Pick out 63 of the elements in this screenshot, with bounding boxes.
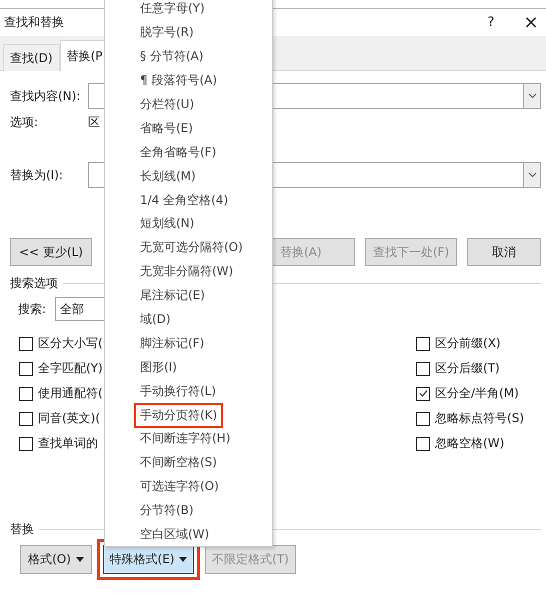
checkbox[interactable]	[19, 362, 33, 376]
checkbox-label: 区分后缀(T)	[435, 360, 500, 377]
format-button[interactable]: 特殊格式(E)	[103, 545, 194, 574]
menu-item[interactable]: 脚注标记(F)	[134, 330, 210, 356]
checkbox[interactable]	[416, 412, 430, 426]
checkbox-label: 查找单词的	[38, 435, 98, 452]
help-button[interactable]: ?	[476, 12, 506, 33]
menu-item[interactable]: 域(D)	[134, 307, 177, 332]
menu-item[interactable]: 1/4 全角空格(4)	[134, 188, 234, 213]
section-title: 替换	[10, 520, 34, 538]
menu-item[interactable]: 空白区域(W)	[134, 522, 216, 548]
menu-item[interactable]: 分栏符(U)	[134, 92, 200, 118]
menu-item[interactable]: 无宽非分隔符(W)	[134, 259, 240, 284]
menu-item[interactable]: 分节符(B)	[134, 498, 200, 524]
menu-item[interactable]: ¶ 段落符号(A)	[134, 68, 224, 94]
close-button[interactable]: ×	[516, 12, 546, 33]
menu-item[interactable]: 不间断空格(S)	[134, 450, 223, 476]
checkbox[interactable]	[416, 436, 430, 450]
checkbox[interactable]	[19, 336, 33, 350]
format-button[interactable]: 格式(O)	[20, 545, 92, 574]
checkbox-label: 全字匹配(Y)	[38, 360, 103, 377]
chevron-icon	[528, 172, 536, 178]
checkbox[interactable]	[19, 436, 33, 450]
checkbox-label: 忽略标点符号(S)	[435, 410, 524, 427]
find-label: 查找内容(N):	[10, 88, 82, 104]
window-title: 查找和替换	[4, 14, 64, 31]
chevron-icon	[528, 93, 536, 99]
checkbox-label: 区分大小写(	[38, 335, 103, 352]
checkbox[interactable]	[416, 362, 430, 376]
menu-item[interactable]: 长划线(M)	[134, 164, 202, 189]
checkbox[interactable]	[416, 386, 430, 400]
menu-item[interactable]: 任意字母(Y)	[134, 0, 211, 22]
menu-item[interactable]: 全角省略号(F)	[134, 140, 222, 165]
dialog-button[interactable]: 取消	[467, 238, 541, 266]
checkbox-label: 同音(英文)(	[38, 410, 100, 427]
options-value: 区	[88, 114, 100, 130]
checkbox[interactable]	[416, 336, 430, 350]
menu-item[interactable]: 无宽可选分隔符(O)	[134, 235, 249, 260]
search-label: 搜索:	[18, 300, 48, 318]
tab[interactable]: 查找(D)	[3, 44, 60, 71]
menu-item[interactable]: 手动换行符(L)	[134, 378, 222, 404]
menu-item[interactable]: 省略号(E)	[134, 116, 199, 141]
menu-item[interactable]: 图形(I)	[134, 354, 183, 380]
menu-item[interactable]: 手动分页符(K)	[134, 402, 224, 428]
menu-item[interactable]: 不间断连字符(H)	[134, 426, 236, 452]
checkbox-label: 忽略空格(W)	[435, 435, 504, 452]
check-icon	[418, 388, 429, 399]
dropdown-button[interactable]	[523, 84, 540, 108]
menu-item[interactable]: 脱字号(R)	[134, 20, 200, 46]
menu-item[interactable]: 短划线(N)	[134, 211, 200, 236]
checkbox-label: 区分全/半角(M)	[435, 385, 519, 402]
dropdown-button[interactable]	[523, 163, 540, 187]
checkbox[interactable]	[19, 412, 33, 426]
checkbox[interactable]	[19, 386, 33, 400]
checkbox-label: 区分前缀(X)	[435, 335, 501, 352]
dialog-button[interactable]: << 更少(L)	[10, 238, 92, 266]
menu-item[interactable]: § 分节符(A)	[134, 44, 210, 70]
menu-item[interactable]: 可选连字符(O)	[134, 474, 225, 500]
options-label: 选项:	[10, 114, 40, 130]
replace-label: 替换为(I):	[10, 166, 64, 184]
checkbox-label: 使用通配符(	[38, 385, 103, 402]
menu-item[interactable]: 尾注标记(E)	[134, 283, 211, 308]
section-title: 搜索选项	[10, 274, 58, 292]
